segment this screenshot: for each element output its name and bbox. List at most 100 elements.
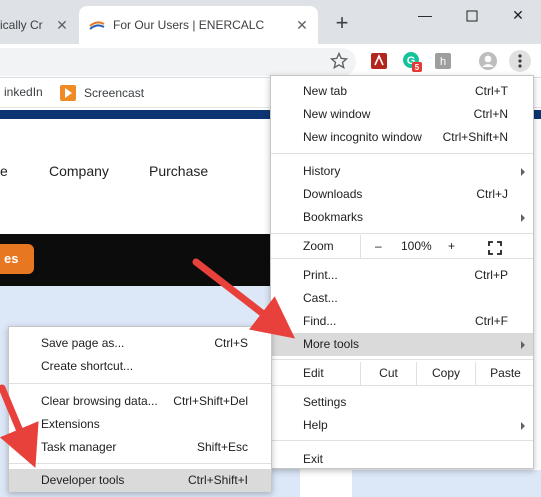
edit-cut-button[interactable]: Cut	[360, 362, 416, 385]
submenu-item-save-page[interactable]: Save page as... Ctrl+S	[9, 332, 271, 355]
menu-label: New incognito window	[303, 130, 422, 144]
submenu-item-task-manager[interactable]: Task manager Shift+Esc	[9, 436, 271, 459]
menu-label: Bookmarks	[303, 210, 364, 224]
nav-item-partial[interactable]: e	[0, 163, 8, 179]
menu-item-zoom: Zoom – 100% +	[271, 235, 533, 258]
menu-item-exit[interactable]: Exit	[271, 448, 533, 471]
submenu-item-clear-browsing[interactable]: Clear browsing data... Ctrl+Shift+Del	[9, 390, 271, 413]
menu-separator	[271, 359, 533, 360]
edit-paste-button[interactable]: Paste	[475, 362, 535, 385]
bookmark-label: Screencast	[84, 86, 145, 100]
bookmark-label: inkedIn	[4, 85, 43, 99]
address-bar[interactable]	[0, 48, 356, 76]
menu-item-bookmarks[interactable]: Bookmarks	[271, 206, 533, 229]
menu-shortcut: Ctrl+S	[214, 336, 248, 350]
zoom-value: 100%	[401, 239, 432, 253]
extension-icon[interactable]: h	[433, 51, 453, 71]
menu-item-help[interactable]: Help	[271, 414, 533, 437]
menu-separator	[9, 383, 271, 384]
menu-label: Print...	[303, 268, 338, 282]
svg-text:h: h	[440, 56, 446, 68]
menu-label: New tab	[303, 84, 348, 98]
menu-separator	[271, 233, 533, 234]
submenu-arrow-icon	[521, 214, 525, 222]
menu-label: Save page as...	[41, 336, 125, 350]
menu-label: Task manager	[41, 440, 117, 454]
menu-item-settings[interactable]: Settings	[271, 391, 533, 414]
menu-item-find[interactable]: Find... Ctrl+F	[271, 310, 533, 333]
more-tools-submenu: Save page as... Ctrl+S Create shortcut..…	[8, 326, 272, 492]
menu-label: New window	[303, 107, 371, 121]
menu-separator	[9, 463, 271, 464]
zoom-out-button[interactable]: –	[375, 235, 382, 258]
minimize-button[interactable]: —	[402, 2, 448, 30]
menu-label: History	[303, 164, 341, 178]
zoom-in-button[interactable]: +	[448, 235, 455, 258]
bookmark-screencast[interactable]: Screencast	[60, 85, 144, 101]
menu-item-history[interactable]: History	[271, 160, 533, 183]
menu-label: Extensions	[41, 417, 100, 431]
menu-item-more-tools[interactable]: More tools	[271, 333, 533, 356]
extension-badge: 5	[414, 63, 420, 72]
menu-label: Downloads	[303, 187, 363, 201]
three-dots-icon	[518, 54, 522, 68]
fullscreen-icon[interactable]	[488, 240, 502, 255]
menu-shortcut: Ctrl+N	[473, 107, 508, 121]
menu-item-print[interactable]: Print... Ctrl+P	[271, 264, 533, 287]
menu-label: Exit	[303, 452, 324, 466]
bookmark-linkedin[interactable]: inkedIn	[4, 85, 43, 99]
maximize-icon	[466, 10, 478, 22]
submenu-arrow-icon	[521, 341, 525, 349]
menu-shortcut: Ctrl+F	[475, 314, 508, 328]
menu-label: More tools	[303, 337, 360, 351]
profile-avatar-icon[interactable]	[478, 51, 498, 71]
browser-toolbar: G 5 h	[0, 44, 541, 78]
submenu-arrow-icon	[521, 168, 525, 176]
menu-item-downloads[interactable]: Downloads Ctrl+J	[271, 183, 533, 206]
close-tab-icon[interactable]: ✕	[54, 17, 70, 33]
menu-item-new-tab[interactable]: New tab Ctrl+T	[271, 80, 533, 103]
menu-item-new-window[interactable]: New window Ctrl+N	[271, 103, 533, 126]
page-dark-banner	[0, 234, 300, 286]
menu-shortcut: Ctrl+Shift+Del	[173, 394, 248, 408]
menu-separator	[271, 153, 533, 154]
submenu-item-create-shortcut[interactable]: Create shortcut...	[9, 355, 271, 378]
menu-shortcut: Ctrl+Shift+N	[442, 130, 508, 144]
menu-item-edit: Edit Cut Copy Paste	[271, 362, 533, 385]
bookmark-star-icon[interactable]	[329, 51, 349, 71]
close-window-button[interactable]: ✕	[495, 2, 541, 30]
tab-inactive[interactable]: ically Cr ✕	[0, 6, 78, 44]
screencast-icon	[60, 85, 76, 101]
chrome-main-menu: New tab Ctrl+T New window Ctrl+N New inc…	[270, 75, 534, 469]
submenu-item-developer-tools[interactable]: Developer tools Ctrl+Shift+I	[9, 469, 271, 492]
menu-shortcut: Ctrl+T	[475, 84, 508, 98]
submenu-item-extensions[interactable]: Extensions	[9, 413, 271, 436]
maximize-button[interactable]	[449, 2, 495, 30]
submenu-arrow-icon	[521, 422, 525, 430]
menu-label: Clear browsing data...	[41, 394, 158, 408]
menu-label: Edit	[303, 366, 324, 380]
menu-label: Developer tools	[41, 473, 125, 487]
menu-item-cast[interactable]: Cast...	[271, 287, 533, 310]
menu-label: Settings	[303, 395, 347, 409]
menu-shortcut: Ctrl+J	[476, 187, 508, 201]
edit-copy-button[interactable]: Copy	[416, 362, 475, 385]
nav-item-purchase[interactable]: Purchase	[149, 163, 208, 179]
tab-title: For Our Users | ENERCALC	[113, 18, 265, 32]
menu-label: Find...	[303, 314, 337, 328]
new-tab-button[interactable]: +	[330, 12, 354, 36]
menu-label: Cast...	[303, 291, 338, 305]
menu-item-new-incognito[interactable]: New incognito window Ctrl+Shift+N	[271, 126, 533, 149]
chrome-menu-button[interactable]	[509, 50, 531, 72]
menu-separator	[271, 440, 533, 441]
zoom-controls: – 100% +	[360, 235, 535, 258]
menu-shortcut: Ctrl+P	[474, 268, 508, 282]
pdf-extension-icon[interactable]	[369, 51, 389, 71]
tab-strip: ically Cr ✕ For Our Users | ENERCALC ✕ +…	[0, 0, 541, 44]
menu-separator	[271, 385, 533, 386]
tab-active[interactable]: For Our Users | ENERCALC ✕	[79, 6, 318, 44]
nav-item-company[interactable]: Company	[49, 163, 109, 179]
menu-label: Help	[303, 418, 328, 432]
orange-cta-button[interactable]: es	[0, 244, 34, 274]
close-tab-icon[interactable]: ✕	[294, 17, 310, 33]
